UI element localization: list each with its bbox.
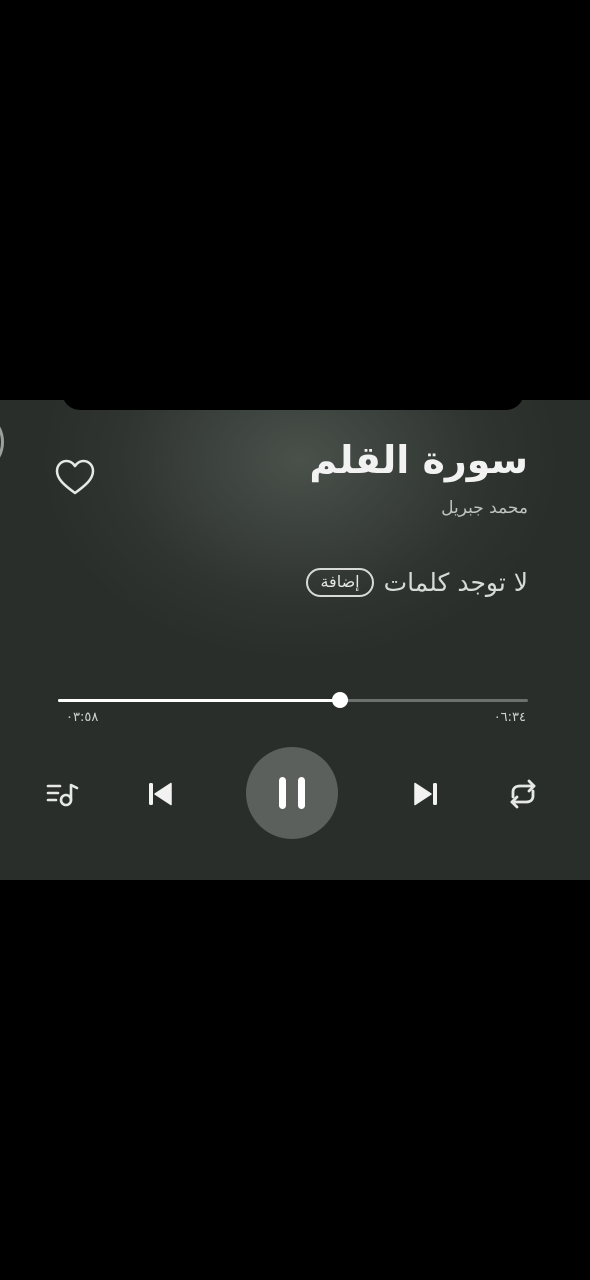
seek-bar-fill (58, 699, 340, 702)
lyrics-row: لا توجد كلمات إضافة (306, 568, 528, 597)
repeat-icon[interactable] (504, 776, 542, 812)
artist-name[interactable]: محمد جبريل (441, 498, 528, 518)
bottom-black-area (0, 880, 590, 1280)
pause-icon (279, 777, 305, 809)
seek-bar[interactable] (58, 692, 528, 708)
add-lyrics-button[interactable]: إضافة (306, 568, 374, 597)
pause-button[interactable] (246, 747, 338, 839)
no-lyrics-message: لا توجد كلمات (383, 568, 528, 597)
album-art-edge (0, 410, 4, 474)
heart-icon[interactable] (54, 458, 96, 498)
now-playing-panel: سورة القلم محمد جبريل لا توجد كلمات إضاف… (0, 400, 590, 880)
skip-previous-icon[interactable] (142, 776, 178, 812)
seek-thumb[interactable] (332, 692, 348, 708)
elapsed-time: ٠٣:٥٨ (66, 710, 99, 725)
top-black-area (0, 0, 590, 400)
song-title: سورة القلم (309, 438, 528, 482)
queue-music-icon[interactable] (44, 776, 80, 812)
screen-notch (62, 400, 524, 410)
total-time: ٠٦:٣٤ (493, 710, 526, 725)
skip-next-icon[interactable] (408, 776, 444, 812)
